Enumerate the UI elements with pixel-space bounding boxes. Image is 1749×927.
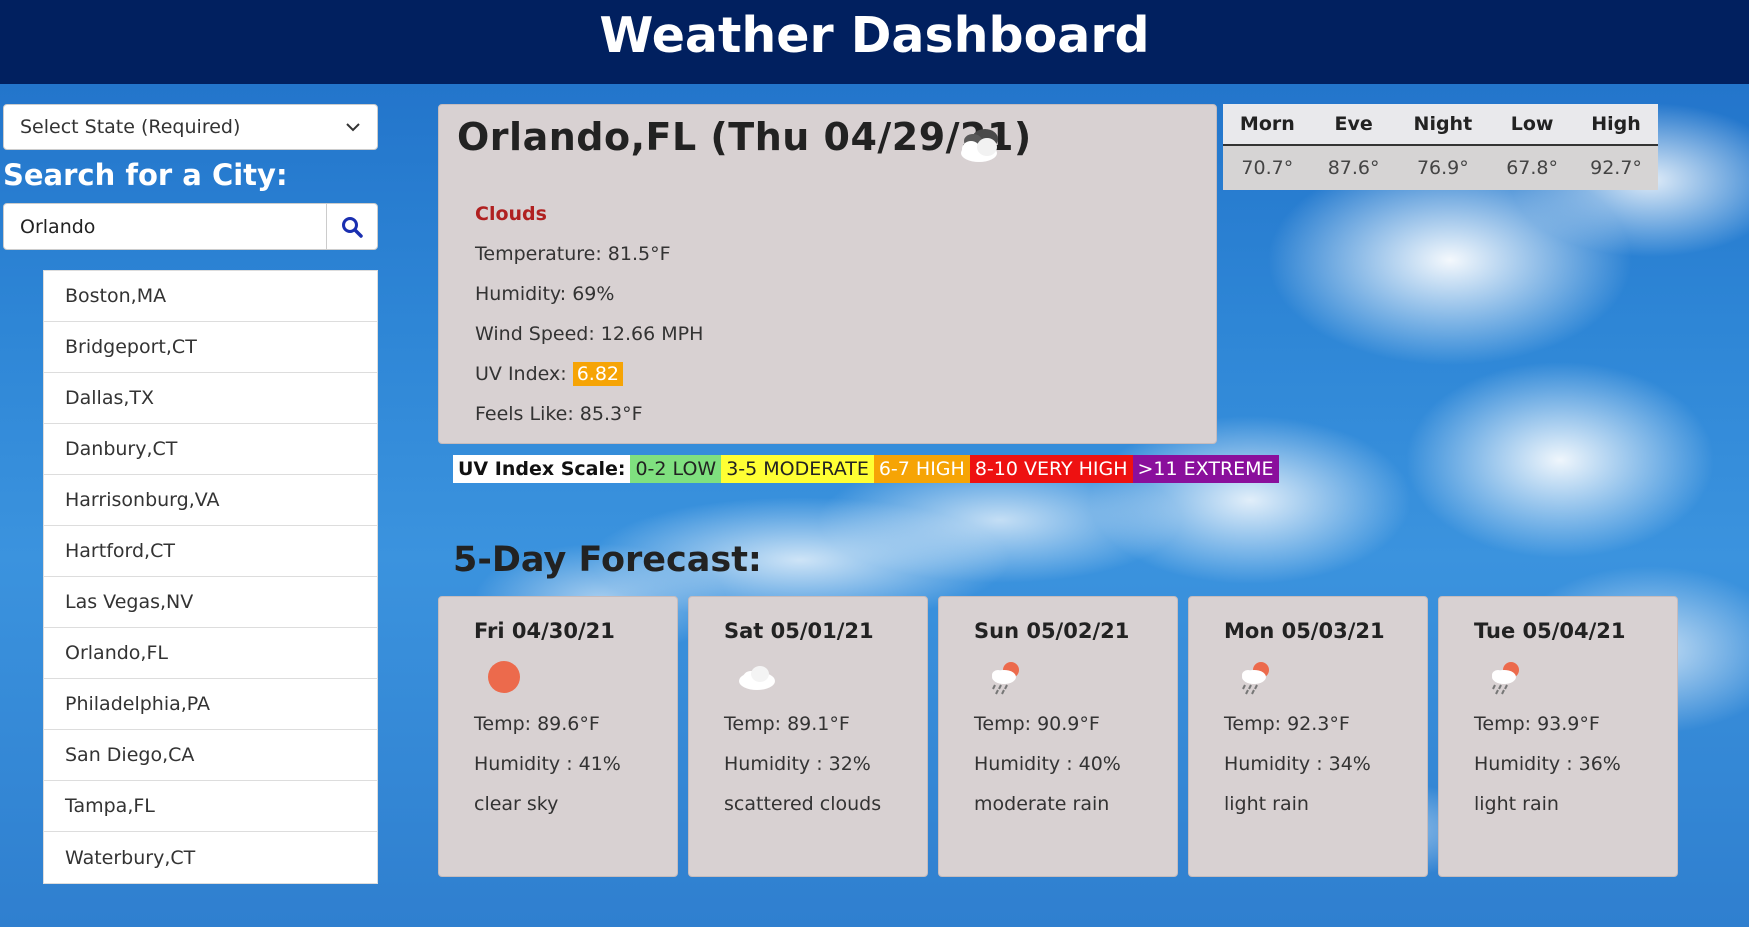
city-item[interactable]: Orlando,FL	[44, 628, 377, 679]
city-item[interactable]: Dallas,TX	[44, 373, 377, 424]
chevron-down-icon	[346, 123, 360, 132]
city-search-input[interactable]: Orlando	[3, 203, 327, 250]
forecast-date: Sun 05/02/21	[974, 619, 1130, 643]
forecast-humidity: Humidity : 40%	[974, 753, 1121, 775]
city-item[interactable]: Bridgeport,CT	[44, 322, 377, 373]
forecast-description: light rain	[1224, 793, 1309, 815]
forecast-humidity: Humidity : 34%	[1224, 753, 1371, 775]
state-select-value: Select State (Required)	[20, 116, 241, 138]
page-title: Weather Dashboard	[599, 7, 1150, 64]
uv-scale-very-high: 8-10 VERY HIGH	[969, 455, 1133, 483]
wind-speed-text: Wind Speed: 12.66 MPH	[475, 323, 704, 345]
city-item[interactable]: San Diego,CA	[44, 730, 377, 781]
forecast-humidity: Humidity : 32%	[724, 753, 871, 775]
uv-index-scale: UV Index Scale: 0-2 LOW 3-5 MODERATE 6-7…	[453, 455, 1279, 483]
forecast-date: Mon 05/03/21	[1224, 619, 1385, 643]
forecast-temp: Temp: 89.6°F	[474, 713, 600, 735]
table-header: Night	[1395, 104, 1491, 146]
city-item[interactable]: Harrisonburg,VA	[44, 475, 377, 526]
forecast-temp: Temp: 92.3°F	[1224, 713, 1350, 735]
forecast-date: Tue 05/04/21	[1474, 619, 1626, 643]
uv-scale-high: 6-7 HIGH	[873, 455, 970, 483]
rain-icon	[992, 662, 1019, 695]
table-header: High	[1574, 104, 1658, 146]
city-item[interactable]: Las Vegas,NV	[44, 577, 377, 628]
current-city-title: Orlando,FL (Thu 04/29/21)	[457, 115, 1032, 159]
uv-scale-extreme: >11 EXTREME	[1132, 455, 1279, 483]
search-label: Search for a City:	[3, 158, 288, 192]
uv-scale-moderate: 3-5 MODERATE	[721, 455, 874, 483]
city-item[interactable]: Waterbury,CT	[44, 832, 377, 883]
forecast-temp: Temp: 90.9°F	[974, 713, 1100, 735]
state-select[interactable]: Select State (Required)	[3, 104, 378, 150]
table-header: Morn	[1223, 104, 1312, 146]
forecast-card: Tue 05/04/21 Temp: 93.9°F Humidity : 36%…	[1438, 596, 1678, 877]
uv-scale-label: UV Index Scale:	[453, 455, 631, 483]
condition-text: Clouds	[475, 203, 547, 225]
city-item[interactable]: Danbury,CT	[44, 424, 377, 475]
forecast-humidity: Humidity : 36%	[1474, 753, 1621, 775]
forecast-date: Fri 04/30/21	[474, 619, 615, 643]
table-cell: 92.7°	[1590, 157, 1642, 179]
forecast-date: Sat 05/01/21	[724, 619, 874, 643]
city-item[interactable]: Boston,MA	[44, 271, 377, 322]
humidity-text: Humidity: 69%	[475, 283, 615, 305]
table-cell: 67.8°	[1506, 157, 1558, 179]
clouds-icon	[961, 129, 998, 162]
forecast-title: 5-Day Forecast:	[453, 540, 762, 580]
rain-icon	[1242, 662, 1269, 695]
rain-icon	[1492, 662, 1519, 695]
forecast-temp: Temp: 89.1°F	[724, 713, 850, 735]
cloud-icon	[739, 666, 775, 690]
city-item[interactable]: Tampa,FL	[44, 781, 377, 832]
forecast-card: Mon 05/03/21 Temp: 92.3°F Humidity : 34%…	[1188, 596, 1428, 877]
city-item[interactable]: Hartford,CT	[44, 526, 377, 577]
forecast-temp: Temp: 93.9°F	[1474, 713, 1600, 735]
table-cell: 70.7°	[1241, 157, 1294, 179]
table-header: Eve	[1311, 104, 1396, 146]
uv-scale-low: 0-2 LOW	[630, 455, 722, 483]
sun-icon	[488, 661, 520, 693]
temperature-range-table: Morn Eve Night Low High 70.7° 87.6° 76.9…	[1223, 104, 1658, 190]
table-header: Low	[1490, 104, 1575, 146]
forecast-description: moderate rain	[974, 793, 1110, 815]
feels-like-text: Feels Like: 85.3°F	[475, 403, 643, 425]
city-item[interactable]: Philadelphia,PA	[44, 679, 377, 730]
uv-index-label: UV Index:	[475, 363, 573, 385]
forecast-description: light rain	[1474, 793, 1559, 815]
uv-index-row: UV Index: 6.82	[475, 362, 624, 386]
table-cell: 87.6°	[1327, 157, 1380, 179]
forecast-description: clear sky	[474, 793, 559, 815]
search-group: Orlando	[3, 203, 378, 250]
forecast-card: Sun 05/02/21 Temp: 90.9°F Humidity : 40%…	[938, 596, 1178, 877]
uv-index-badge: 6.82	[572, 362, 624, 386]
search-icon	[342, 216, 363, 238]
forecast-card: Fri 04/30/21 Temp: 89.6°F Humidity : 41%…	[438, 596, 678, 877]
table-cell: 76.9°	[1416, 157, 1469, 179]
search-button[interactable]	[326, 203, 378, 250]
forecast-humidity: Humidity : 41%	[474, 753, 621, 775]
forecast-card: Sat 05/01/21 Temp: 89.1°F Humidity : 32%…	[688, 596, 928, 877]
current-weather-card: Orlando,FL (Thu 04/29/21) Clouds Tempera…	[438, 104, 1217, 444]
city-history-list: Boston,MA Bridgeport,CT Dallas,TX Danbur…	[43, 270, 378, 884]
forecast-description: scattered clouds	[724, 793, 882, 815]
app-header: Weather Dashboard	[0, 0, 1749, 84]
temperature-text: Temperature: 81.5°F	[475, 243, 671, 265]
